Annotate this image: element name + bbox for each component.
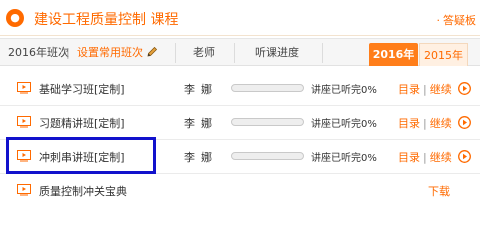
progress-status: 讲座已听完0% [311,153,377,164]
separator: | [66,46,70,59]
page-title: 建设工程质量控制 课程 [34,12,179,28]
course-icon: ● [6,9,24,27]
catalog-link[interactable]: 目录 [398,117,420,130]
qa-board-label: 答疑板 [443,14,476,27]
column-divider [322,43,323,63]
row-actions: 目录 | 继续 [398,115,452,131]
video-icon [17,82,31,94]
action-separator: | [423,151,427,164]
course-title[interactable]: 习题精讲班[定制] [39,115,125,131]
continue-link[interactable]: 继续 [430,83,452,96]
column-divider [175,43,176,63]
row-actions: 目录 | 继续 [398,81,452,97]
course-title[interactable]: 质量控制冲关宝典 [39,183,127,199]
class-subheader: 2016年班次 | 设置常用班次 老师 听课进度 2016年 2015年 [0,38,480,66]
term-label: 2016年班次 [8,46,69,59]
play-icon[interactable] [458,82,471,95]
progress-bar [231,118,304,126]
progress-bar [231,152,304,160]
course-row: 习题精讲班[定制] 李娜 讲座已听完0% 目录 | 继续 [0,106,480,140]
teacher-name: 李娜 [184,151,218,164]
action-separator: | [423,83,427,96]
set-common-class-link[interactable]: 设置常用班次 [77,39,143,66]
column-divider [234,43,235,63]
tab-2016[interactable]: 2016年 [369,43,418,66]
catalog-link[interactable]: 目录 [398,83,420,96]
progress-status: 讲座已听完0% [311,85,377,96]
course-header: ● 建设工程质量控制 课程 · 答疑板 [0,0,480,36]
play-icon[interactable] [458,116,471,129]
course-row: 基础学习班[定制] 李娜 讲座已听完0% 目录 | 继续 [0,72,480,106]
catalog-link[interactable]: 目录 [398,151,420,164]
download-link[interactable]: 下载 [428,183,450,199]
course-row: 质量控制冲关宝典 下载 [0,174,480,208]
teacher-name: 李娜 [184,117,218,130]
progress-bar [231,84,304,92]
highlight-box [6,137,156,174]
row-actions: 目录 | 继续 [398,149,452,165]
progress-column-header: 听课进度 [255,46,299,59]
progress-status: 讲座已听完0% [311,119,377,130]
teacher-name: 李娜 [184,83,218,96]
qa-board-link[interactable]: · 答疑板 [437,12,477,28]
pencil-icon[interactable] [146,46,158,58]
play-icon[interactable] [458,150,471,163]
continue-link[interactable]: 继续 [430,117,452,130]
action-separator: | [423,117,427,130]
continue-link[interactable]: 继续 [430,151,452,164]
tab-2015[interactable]: 2015年 [419,43,468,66]
teacher-column-header: 老师 [193,46,215,59]
course-title[interactable]: 基础学习班[定制] [39,81,125,97]
bullet-icon: · [436,14,441,27]
video-icon [17,184,31,196]
video-icon [17,116,31,128]
